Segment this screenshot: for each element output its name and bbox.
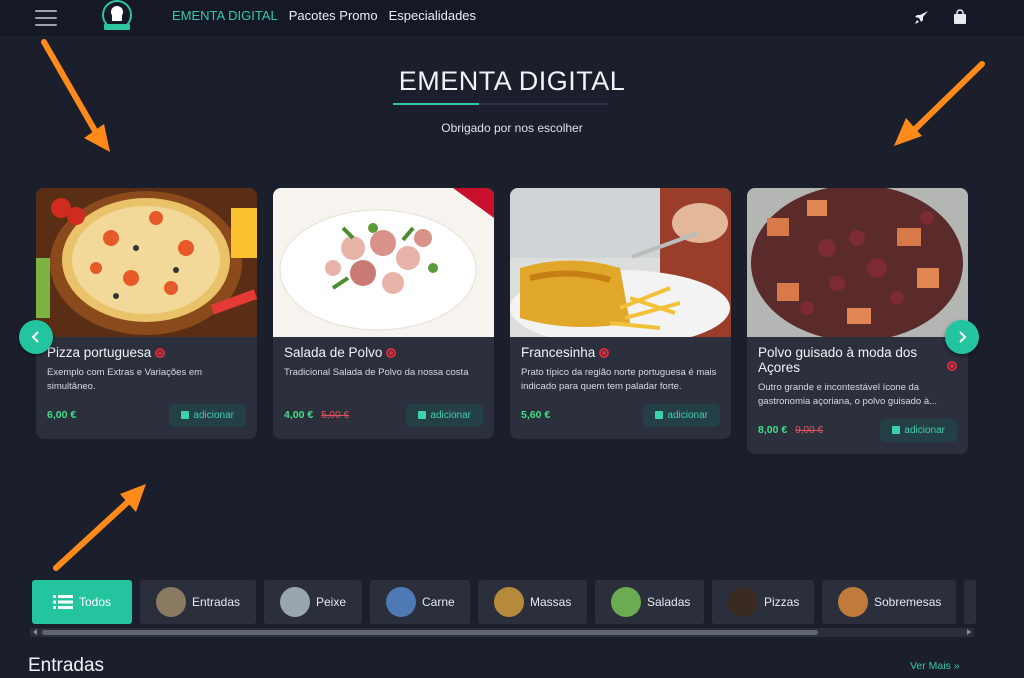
entradas-thumbnail — [156, 587, 186, 617]
carne-thumbnail — [386, 587, 416, 617]
product-price: 5,60 € — [521, 409, 551, 421]
category-overflow[interactable] — [964, 580, 976, 624]
product-price: 4,00 € — [284, 409, 314, 421]
category-sobremesas[interactable]: Sobremesas — [822, 580, 956, 624]
scroll-left-icon[interactable] — [33, 629, 37, 635]
chevron-left-icon — [31, 331, 39, 343]
product-card[interactable]: Francesinha Prato típico da região norte… — [510, 188, 731, 439]
add-to-cart-button[interactable]: adicionar — [406, 403, 483, 427]
annotation-arrow-icon — [894, 61, 985, 146]
product-card[interactable]: Salada de Polvo Tradicional Salada de Po… — [273, 188, 494, 439]
category-scrollbar[interactable] — [30, 628, 974, 637]
chevron-right-icon — [959, 331, 967, 343]
pizzas-thumbnail — [728, 587, 758, 617]
product-price: 8,00 € — [758, 424, 788, 436]
menu-icon[interactable] — [35, 10, 57, 26]
spicy-indicator-icon — [947, 361, 957, 371]
category-entradas[interactable]: Entradas — [140, 580, 256, 624]
category-saladas[interactable]: Saladas — [595, 580, 704, 624]
shopping-bag-icon — [418, 411, 427, 419]
scrollbar-thumb[interactable] — [42, 630, 818, 635]
shopping-bag-icon[interactable] — [952, 9, 968, 25]
spicy-indicator-icon — [599, 348, 610, 358]
product-description: Exemplo com Extras e Variações em simult… — [47, 367, 203, 392]
restaurant-logo[interactable] — [100, 0, 134, 34]
octopus-stew-image — [747, 188, 968, 337]
annotation-arrow-icon — [41, 39, 110, 152]
see-more-link[interactable]: Ver Mais » — [910, 660, 960, 672]
carousel-prev-button[interactable] — [19, 320, 53, 354]
category-peixe[interactable]: Peixe — [264, 580, 362, 624]
carousel-next-button[interactable] — [945, 320, 979, 354]
nav-pacotes-promo[interactable]: Pacotes Promo — [289, 8, 378, 23]
octopus-salad-image — [273, 188, 494, 337]
top-navbar: EMENTA DIGITAL Pacotes Promo Especialida… — [0, 0, 1024, 36]
main-nav: EMENTA DIGITAL Pacotes Promo Especialida… — [172, 8, 476, 23]
add-to-cart-button[interactable]: adicionar — [643, 403, 720, 427]
massas-thumbnail — [494, 587, 524, 617]
category-tabs: Todos Entradas Peixe Carne Massas Salada… — [32, 580, 976, 624]
product-card[interactable]: Polvo guisado à moda dos Açores Outro gr… — [747, 188, 968, 454]
add-to-cart-button[interactable]: adicionar — [880, 418, 957, 442]
product-card[interactable]: Pizza portuguesa Exemplo com Extras e Va… — [36, 188, 257, 439]
spicy-indicator-icon — [155, 348, 166, 358]
sobremesas-thumbnail — [838, 587, 868, 617]
rocket-icon[interactable] — [914, 9, 930, 25]
product-old-price: 5,00 € — [321, 409, 350, 421]
add-to-cart-button[interactable]: adicionar — [169, 403, 246, 427]
product-name: Francesinha — [521, 345, 596, 360]
nav-ementa-digital[interactable]: EMENTA DIGITAL — [172, 8, 278, 23]
product-name: Pizza portuguesa — [47, 345, 152, 360]
saladas-thumbnail — [611, 587, 641, 617]
nav-especialidades[interactable]: Especialidades — [389, 8, 476, 23]
title-underline — [393, 103, 609, 105]
francesinha-image — [510, 188, 731, 337]
page-title: EMENTA DIGITAL — [398, 66, 626, 96]
product-description: Outro grande e incontestável ícone da ga… — [758, 382, 938, 407]
product-name: Polvo guisado à moda dos Açores — [758, 345, 918, 375]
category-todos[interactable]: Todos — [32, 580, 132, 624]
product-old-price: 9,00 € — [795, 424, 824, 436]
product-description: Tradicional Salada de Polvo da nossa cos… — [284, 367, 469, 378]
page-subtitle: Obrigado por nos escolher — [441, 121, 583, 135]
category-pizzas[interactable]: Pizzas — [712, 580, 814, 624]
scroll-right-icon[interactable] — [967, 629, 971, 635]
list-icon — [52, 595, 73, 609]
shopping-bag-icon — [892, 426, 901, 434]
peixe-thumbnail — [280, 587, 310, 617]
product-price: 6,00 € — [47, 409, 77, 421]
annotation-arrow-icon — [53, 484, 146, 571]
category-carne[interactable]: Carne — [370, 580, 470, 624]
shopping-bag-icon — [181, 411, 190, 419]
product-description: Prato típico da região norte portuguesa … — [521, 367, 717, 392]
pizza-image — [36, 188, 257, 337]
spicy-indicator-icon — [386, 348, 397, 358]
section-title: Entradas — [28, 655, 105, 676]
shopping-bag-icon — [655, 411, 664, 419]
product-name: Salada de Polvo — [284, 345, 383, 360]
category-massas[interactable]: Massas — [478, 580, 587, 624]
